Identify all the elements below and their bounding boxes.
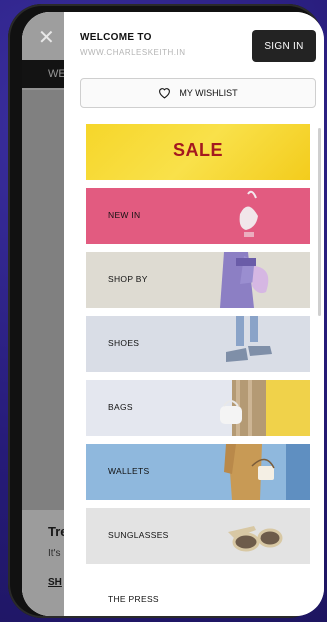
bag-image xyxy=(220,380,310,436)
menu-item-label: SALE xyxy=(172,140,223,160)
wishlist-button[interactable]: MY WISHLIST xyxy=(80,78,316,108)
menu-item-new-in[interactable]: NEW IN xyxy=(86,188,310,244)
menu-item-sunglasses[interactable]: SUNGLASSES xyxy=(86,508,310,564)
welcome-title: WELCOME TO xyxy=(80,32,152,43)
handbag-image xyxy=(239,190,258,237)
wishlist-label: MY WISHLIST xyxy=(179,88,238,98)
menu-item-bags[interactable]: BAGS xyxy=(86,380,310,436)
site-name: WWW.CHARLESKEITH.IN xyxy=(80,48,186,57)
phone-frame: WE Tre It's SH ✕ WELCOME TO WWW.CHARLESK… xyxy=(8,4,324,618)
menu-item-label: NEW IN xyxy=(108,210,141,220)
sign-in-button[interactable]: SIGN IN xyxy=(252,30,316,62)
sunglasses-image xyxy=(228,526,283,552)
menu-item-the-press[interactable]: THE PRESS xyxy=(108,594,159,604)
scrollbar[interactable] xyxy=(318,128,321,316)
close-icon[interactable]: ✕ xyxy=(38,28,55,48)
menu-item-label: WALLETS xyxy=(108,466,150,476)
shoes-image xyxy=(226,316,272,362)
menu-item-label: BAGS xyxy=(108,402,133,412)
menu-drawer: WELCOME TO WWW.CHARLESKEITH.IN SIGN IN M… xyxy=(64,12,324,616)
menu-item-sale[interactable]: SALE xyxy=(86,124,310,180)
menu-item-shop-by[interactable]: SHOP BY xyxy=(86,252,310,308)
menu-item-shoes[interactable]: SHOES xyxy=(86,316,310,372)
model-image xyxy=(214,252,310,308)
menu-item-wallets[interactable]: WALLETS xyxy=(86,444,310,500)
menu-item-label: SHOES xyxy=(108,338,140,348)
wallet-image xyxy=(224,444,310,500)
phone-screen: WE Tre It's SH ✕ WELCOME TO WWW.CHARLESK… xyxy=(22,12,324,616)
menu-item-label: SHOP BY xyxy=(108,274,148,284)
heart-icon xyxy=(159,88,171,99)
menu-item-label: SUNGLASSES xyxy=(108,530,169,540)
